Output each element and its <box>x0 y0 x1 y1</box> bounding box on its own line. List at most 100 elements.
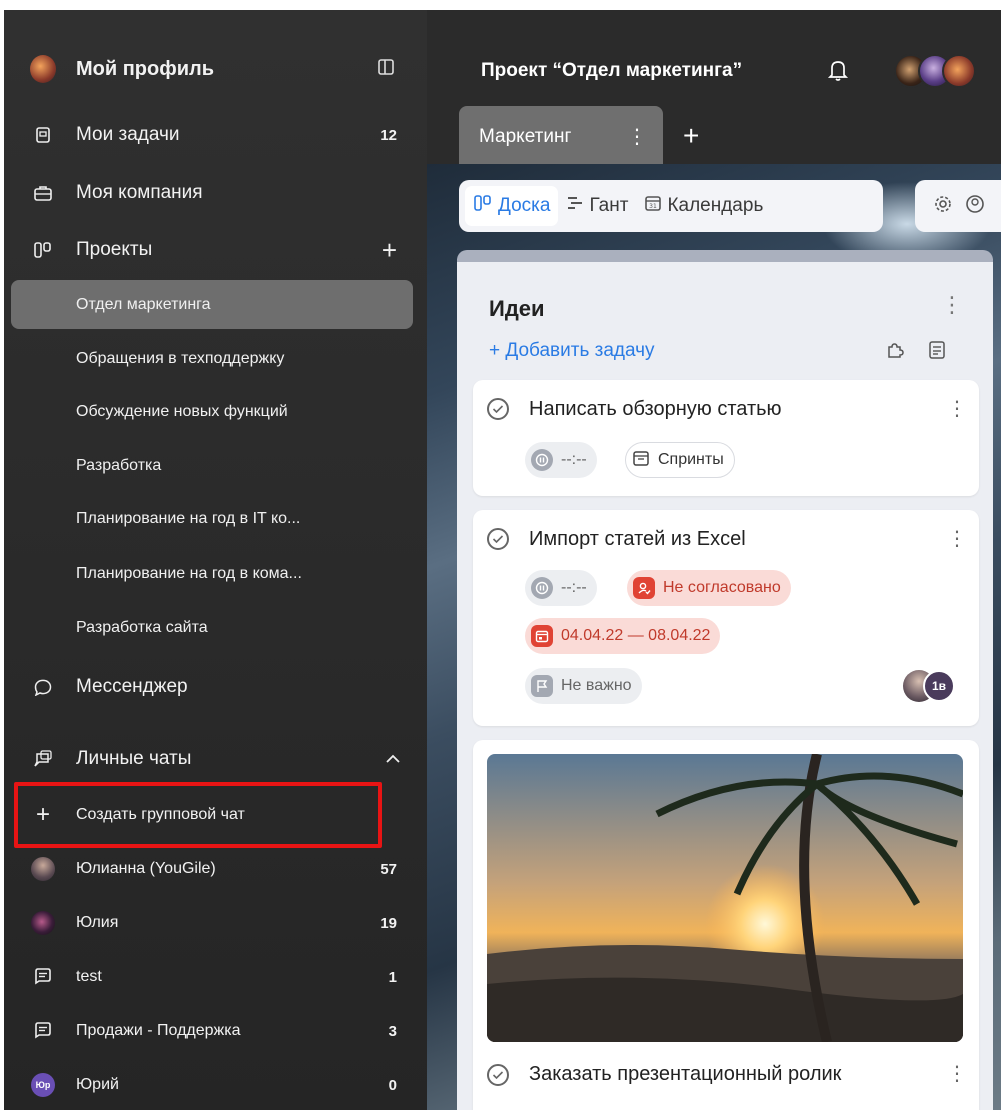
tasks-icon <box>30 122 56 148</box>
task-title: Импорт статей из Excel <box>529 528 746 550</box>
avatar: 1в <box>923 670 955 702</box>
priority-chip[interactable]: Не важно <box>525 668 642 704</box>
chat-name: Юлия <box>76 914 119 931</box>
project-members[interactable] <box>894 54 976 88</box>
sidebar-item-personal-chats[interactable]: Личные чаты <box>4 744 427 774</box>
sidebar-item-my-company[interactable]: Моя компания <box>4 178 427 208</box>
task-more-icon[interactable]: ⋮ <box>947 396 967 421</box>
date-range-label: 04.04.22 — 08.04.22 <box>561 627 711 644</box>
my-tasks-label: Мои задачи <box>76 124 180 145</box>
chat-unread-count: 3 <box>388 1022 397 1040</box>
task-title: Заказать презентационный ролик <box>529 1063 842 1085</box>
chat-item-yulia[interactable]: Юлия 19 <box>4 909 427 937</box>
sprint-label: Спринты <box>658 451 724 468</box>
calendar-icon <box>632 449 650 472</box>
tab-more-icon[interactable]: ⋮ <box>627 124 647 149</box>
approval-icon <box>633 577 655 599</box>
avatar: Юр <box>30 1072 56 1098</box>
chat-item-sales-support[interactable]: Продажи - Поддержка 3 <box>4 1017 427 1045</box>
task-card[interactable]: Импорт статей из Excel ⋮ --:-- Не соглас… <box>473 510 979 726</box>
column-more-icon[interactable]: ⋮ <box>941 292 963 318</box>
svg-text:31: 31 <box>650 203 658 210</box>
main-area: Проект “Отдел маркетинга” Маркетинг ⋮ + … <box>427 10 1001 1110</box>
view-calendar[interactable]: 31 Календарь <box>636 186 771 226</box>
sidebar-item-my-tasks[interactable]: Мои задачи 12 <box>4 120 427 150</box>
add-project-icon[interactable]: + <box>382 235 397 266</box>
create-group-chat-label: Создать групповой чат <box>76 806 245 823</box>
assignees[interactable]: 1в <box>903 670 955 702</box>
status-chip[interactable]: Не согласовано <box>627 570 791 606</box>
timer-chip[interactable]: --:-- <box>525 442 597 478</box>
check-circle-icon[interactable] <box>487 398 509 420</box>
bell-icon[interactable] <box>827 58 849 87</box>
chat-item-test[interactable]: test 1 <box>4 963 427 991</box>
priority-label: Не важно <box>561 677 632 694</box>
gear-icon[interactable] <box>933 194 953 219</box>
add-task-button[interactable]: + Добавить задачу <box>489 340 655 362</box>
calendar-icon <box>531 625 553 647</box>
tab-label: Маркетинг <box>479 126 572 147</box>
status-label: Не согласовано <box>663 579 781 596</box>
chat-item-yuriy[interactable]: Юр Юрий 0 <box>4 1071 427 1099</box>
avatar <box>30 856 56 882</box>
check-circle-icon[interactable] <box>487 528 509 550</box>
column-title: Идеи <box>489 296 545 321</box>
task-more-icon[interactable]: ⋮ <box>947 526 967 551</box>
my-company-label: Моя компания <box>76 182 203 203</box>
task-card[interactable]: Заказать презентационный ролик ⋮ <box>473 740 979 1110</box>
flag-icon <box>531 675 553 697</box>
messenger-label: Мессенджер <box>76 676 188 697</box>
view-gantt[interactable]: Гант <box>558 186 636 226</box>
project-item-support[interactable]: Обращения в техподдержку <box>76 350 284 368</box>
briefcase-icon <box>30 180 56 206</box>
task-more-icon[interactable]: ⋮ <box>947 1061 967 1086</box>
board-icon <box>473 194 493 218</box>
sidebar-profile[interactable]: Мой профиль <box>4 54 427 84</box>
puzzle-icon[interactable] <box>885 340 905 365</box>
group-chat-icon <box>30 1018 56 1044</box>
user-filter-icon[interactable] <box>965 194 985 219</box>
project-item-marketing[interactable]: Отдел маркетинга <box>76 296 211 314</box>
chat-name: test <box>76 968 102 985</box>
create-group-chat-button[interactable]: + Создать групповой чат <box>4 800 427 830</box>
chat-name: Юлианна (YouGile) <box>76 860 216 877</box>
chevron-up-icon[interactable] <box>385 749 401 770</box>
collapse-sidebar-icon[interactable] <box>377 58 395 80</box>
timer-value: --:-- <box>561 579 587 596</box>
check-circle-icon[interactable] <box>487 1064 509 1086</box>
project-item-features[interactable]: Обсуждение новых функций <box>76 403 288 421</box>
sidebar-item-projects[interactable]: Проекты + <box>4 235 427 265</box>
chat-bubble-icon <box>30 674 56 700</box>
card-settings-icon[interactable] <box>927 340 947 365</box>
task-card[interactable]: Написать обзорную статью ⋮ --:-- Спринты <box>473 380 979 496</box>
timer-chip[interactable]: --:-- <box>525 570 597 606</box>
project-item-development[interactable]: Разработка <box>76 457 161 475</box>
top-bar: Проект “Отдел маркетинга” <box>427 10 1001 106</box>
chat-name: Продажи - Поддержка <box>76 1022 241 1039</box>
add-tab-button[interactable]: + <box>683 120 699 152</box>
date-range-chip[interactable]: 04.04.22 — 08.04.22 <box>525 618 721 654</box>
project-item-it-plan[interactable]: Планирование на год в IT ко... <box>76 510 300 528</box>
chat-item-yulianna[interactable]: Юлианна (YouGile) 57 <box>4 855 427 883</box>
sidebar-item-messenger[interactable]: Мессенджер <box>4 672 427 702</box>
tabs-bar: Маркетинг ⋮ + <box>427 106 1001 164</box>
board-settings-group <box>915 180 1001 232</box>
plus-icon: + <box>35 801 50 828</box>
view-label: Гант <box>589 195 629 216</box>
task-title: Написать обзорную статью <box>529 398 782 420</box>
sprint-chip[interactable]: Спринты <box>625 442 735 478</box>
chat-unread-count: 19 <box>380 914 397 932</box>
project-item-team-plan[interactable]: Планирование на год в кома... <box>76 565 302 583</box>
project-title: Проект “Отдел маркетинга” <box>481 60 743 81</box>
avatar <box>942 54 976 88</box>
sidebar: Мой профиль Мои задачи 12 Моя компания П… <box>4 10 427 1110</box>
board-column: Идеи ⋮ + Добавить задачу Написать обзорн… <box>457 250 993 1110</box>
view-board[interactable]: Доска <box>465 186 559 226</box>
personal-chats-label: Личные чаты <box>76 748 192 769</box>
view-label: Календарь <box>667 195 764 216</box>
tab-marketing[interactable]: Маркетинг ⋮ <box>459 106 663 164</box>
profile-label: Мой профиль <box>76 57 215 80</box>
timer-icon <box>531 577 553 599</box>
view-switcher: Доска Гант 31 Календарь <box>459 180 883 232</box>
project-item-website[interactable]: Разработка сайта <box>76 619 208 637</box>
